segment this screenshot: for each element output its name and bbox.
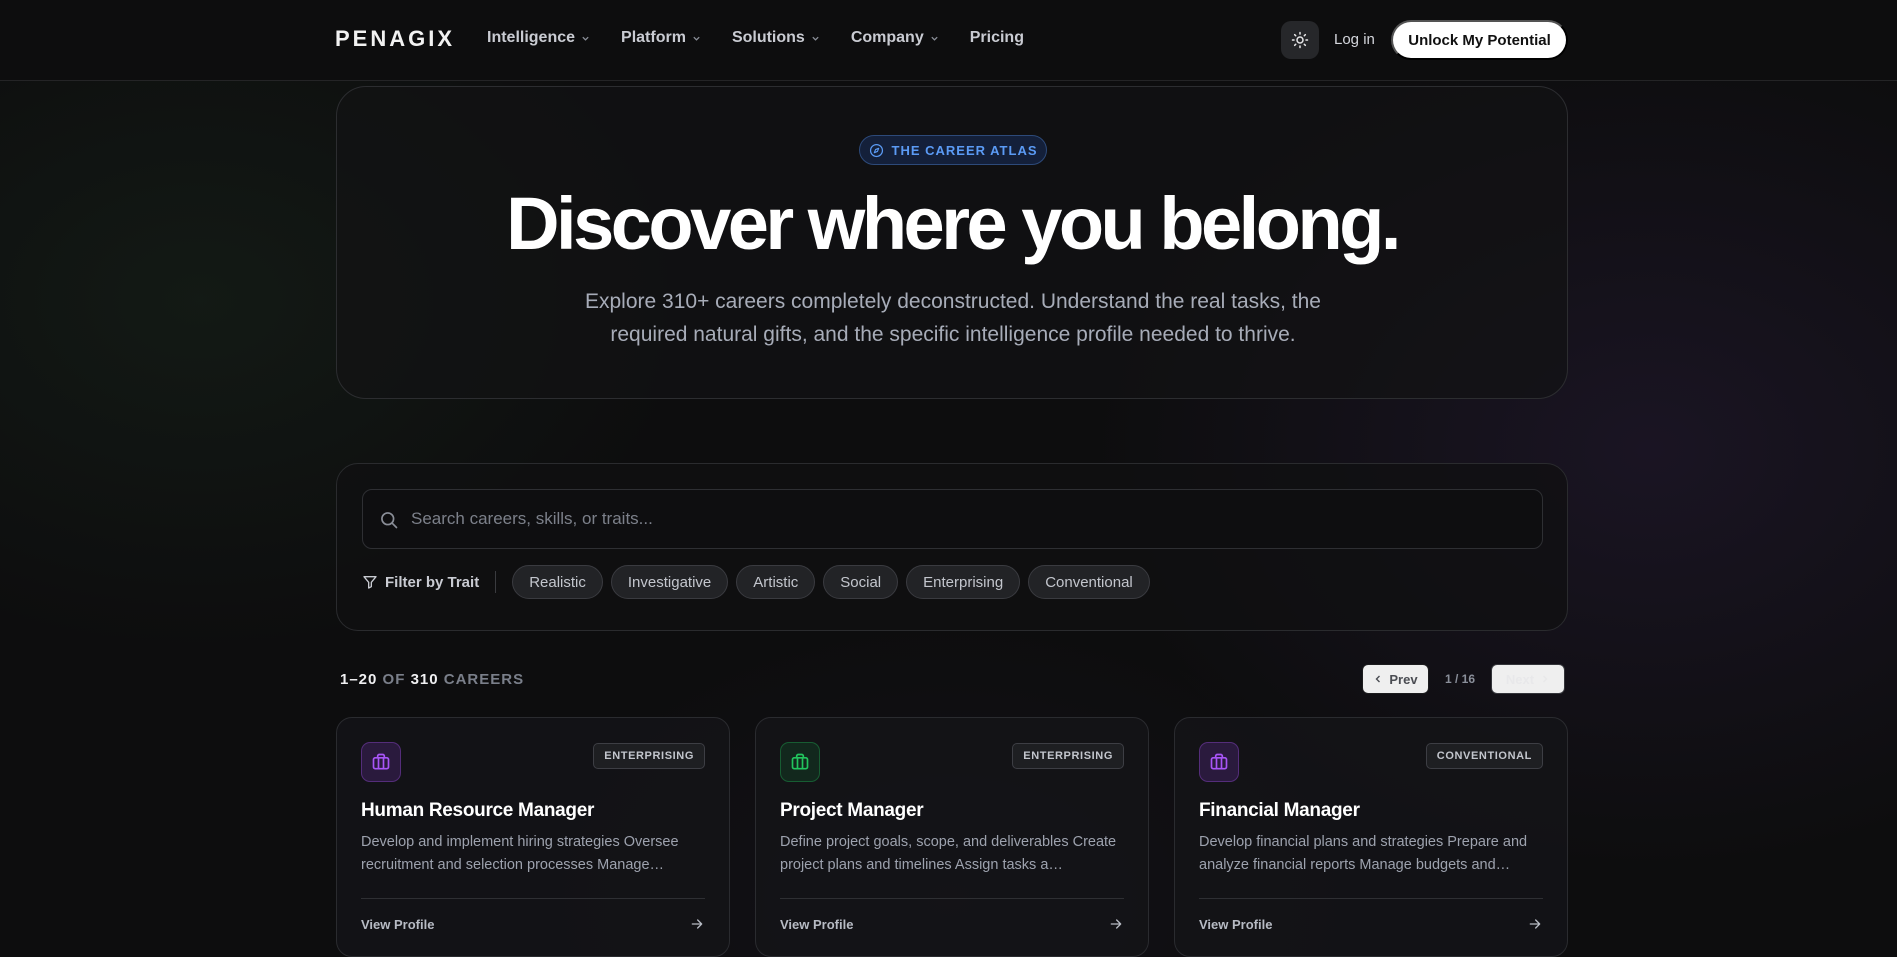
search-box <box>362 489 1543 549</box>
nav-item-company[interactable]: Company <box>851 29 939 47</box>
results-count: 1–20 OF 310 CAREERS <box>340 671 524 688</box>
chevron-down-icon <box>931 36 938 41</box>
search-icon <box>381 512 398 529</box>
chevron-down-icon <box>812 36 819 41</box>
career-description: Develop and implement hiring strategies … <box>361 834 679 873</box>
card-divider <box>780 898 1124 899</box>
career-card-financial-manager[interactable]: CONVENTIONAL Financial Manager Develop f… <box>1174 717 1568 957</box>
chevron-right-icon <box>1543 675 1548 683</box>
trait-chip-artistic[interactable]: Artistic <box>736 565 816 599</box>
pagination: Prev 1 / 16 Next <box>1362 664 1565 694</box>
card-icon-box <box>1199 742 1239 782</box>
trait-tag: CONVENTIONAL <box>1425 743 1543 769</box>
hero-subtitle: Explore 310+ careers completely deconstr… <box>585 290 1321 346</box>
career-description: Develop financial plans and strategies P… <box>1199 834 1528 873</box>
results-range: 1–20 <box>340 671 378 688</box>
results-total: 310 <box>410 671 439 688</box>
filter-by-trait-label: Filter by Trait <box>362 574 479 591</box>
trait-chip-realistic[interactable]: Realistic <box>512 565 603 599</box>
arrow-right-icon[interactable] <box>1108 916 1124 932</box>
filter-label-text: Filter by Trait <box>385 573 480 591</box>
briefcase-icon <box>791 753 809 770</box>
page-indicator: 1 / 16 <box>1444 672 1476 686</box>
trait-chip-conventional[interactable]: Conventional <box>1028 565 1150 599</box>
prev-label: Prev <box>1389 671 1418 687</box>
card-divider <box>1199 898 1543 899</box>
arrow-right-icon[interactable] <box>1527 916 1543 932</box>
chevron-down-icon <box>582 36 589 41</box>
results-unit: CAREERS <box>443 671 525 688</box>
nav-item-solutions[interactable]: Solutions <box>732 29 820 47</box>
nav-item-label: Platform <box>621 29 686 46</box>
career-card-human-resource-manager[interactable]: ENTERPRISING Human Resource Manager Deve… <box>336 717 730 957</box>
nav-item-pricing[interactable]: Pricing <box>970 29 1024 47</box>
view-profile-link[interactable]: View Profile <box>1199 917 1272 932</box>
prev-page-button[interactable]: Prev <box>1362 664 1429 694</box>
career-card-project-manager[interactable]: ENTERPRISING Project Manager Define proj… <box>755 717 1149 957</box>
trait-chip-investigative[interactable]: Investigative <box>610 565 729 599</box>
career-title: Project Manager <box>780 800 924 821</box>
nav-item-platform[interactable]: Platform <box>621 29 701 47</box>
compass-icon <box>869 143 883 157</box>
next-page-button[interactable]: Next <box>1491 664 1565 694</box>
filter-icon <box>363 576 377 589</box>
nav-item-label: Intelligence <box>487 29 576 46</box>
sun-icon <box>1291 31 1309 49</box>
card-divider <box>361 898 705 899</box>
search-input[interactable] <box>411 490 1511 548</box>
filter-divider <box>495 571 497 593</box>
card-icon-box <box>361 742 401 782</box>
career-atlas-badge: THE CAREER ATLAS <box>859 135 1047 165</box>
unlock-potential-button[interactable]: Unlock My Potential <box>1391 20 1568 60</box>
trait-chip-enterprising[interactable]: Enterprising <box>906 565 1021 599</box>
trait-tag: ENTERPRISING <box>593 743 705 769</box>
nav-item-label: Pricing <box>969 29 1024 46</box>
arrow-right-icon[interactable] <box>689 916 705 932</box>
view-profile-link[interactable]: View Profile <box>361 917 434 932</box>
logo[interactable]: PENAGIX <box>335 26 455 52</box>
main-nav: Intelligence Platform Solutions Company … <box>487 29 1055 47</box>
theme-toggle-button[interactable] <box>1281 21 1319 59</box>
nav-item-intelligence[interactable]: Intelligence <box>487 29 590 47</box>
login-link[interactable]: Log in <box>1334 31 1375 48</box>
career-description: Define project goals, scope, and deliver… <box>780 834 1117 873</box>
card-icon-box <box>780 742 820 782</box>
search-panel: Filter by Trait Realistic Investigative … <box>336 463 1568 631</box>
trait-tag: ENTERPRISING <box>1012 743 1124 769</box>
view-profile-link[interactable]: View Profile <box>780 917 853 932</box>
chevron-left-icon <box>1375 675 1381 683</box>
trait-filter-row: Filter by Trait Realistic Investigative … <box>362 565 1158 599</box>
career-title: Human Resource Manager <box>361 800 595 821</box>
career-title: Financial Manager <box>1199 800 1360 821</box>
trait-chip-social[interactable]: Social <box>823 565 899 599</box>
nav-item-label: Company <box>850 29 924 46</box>
results-of: OF <box>382 671 406 688</box>
hero-section: THE CAREER ATLAS Discover where you belo… <box>336 86 1568 399</box>
briefcase-icon <box>372 753 390 770</box>
next-label: Next <box>1505 671 1535 687</box>
badge-label: THE CAREER ATLAS <box>891 142 1038 158</box>
nav-item-label: Solutions <box>731 29 805 46</box>
briefcase-icon <box>1210 753 1228 770</box>
page-title: Discover where you belong. <box>506 182 1401 265</box>
top-navigation-bar: PENAGIX Intelligence Platform Solutions … <box>0 0 1897 81</box>
chevron-down-icon <box>693 36 700 41</box>
